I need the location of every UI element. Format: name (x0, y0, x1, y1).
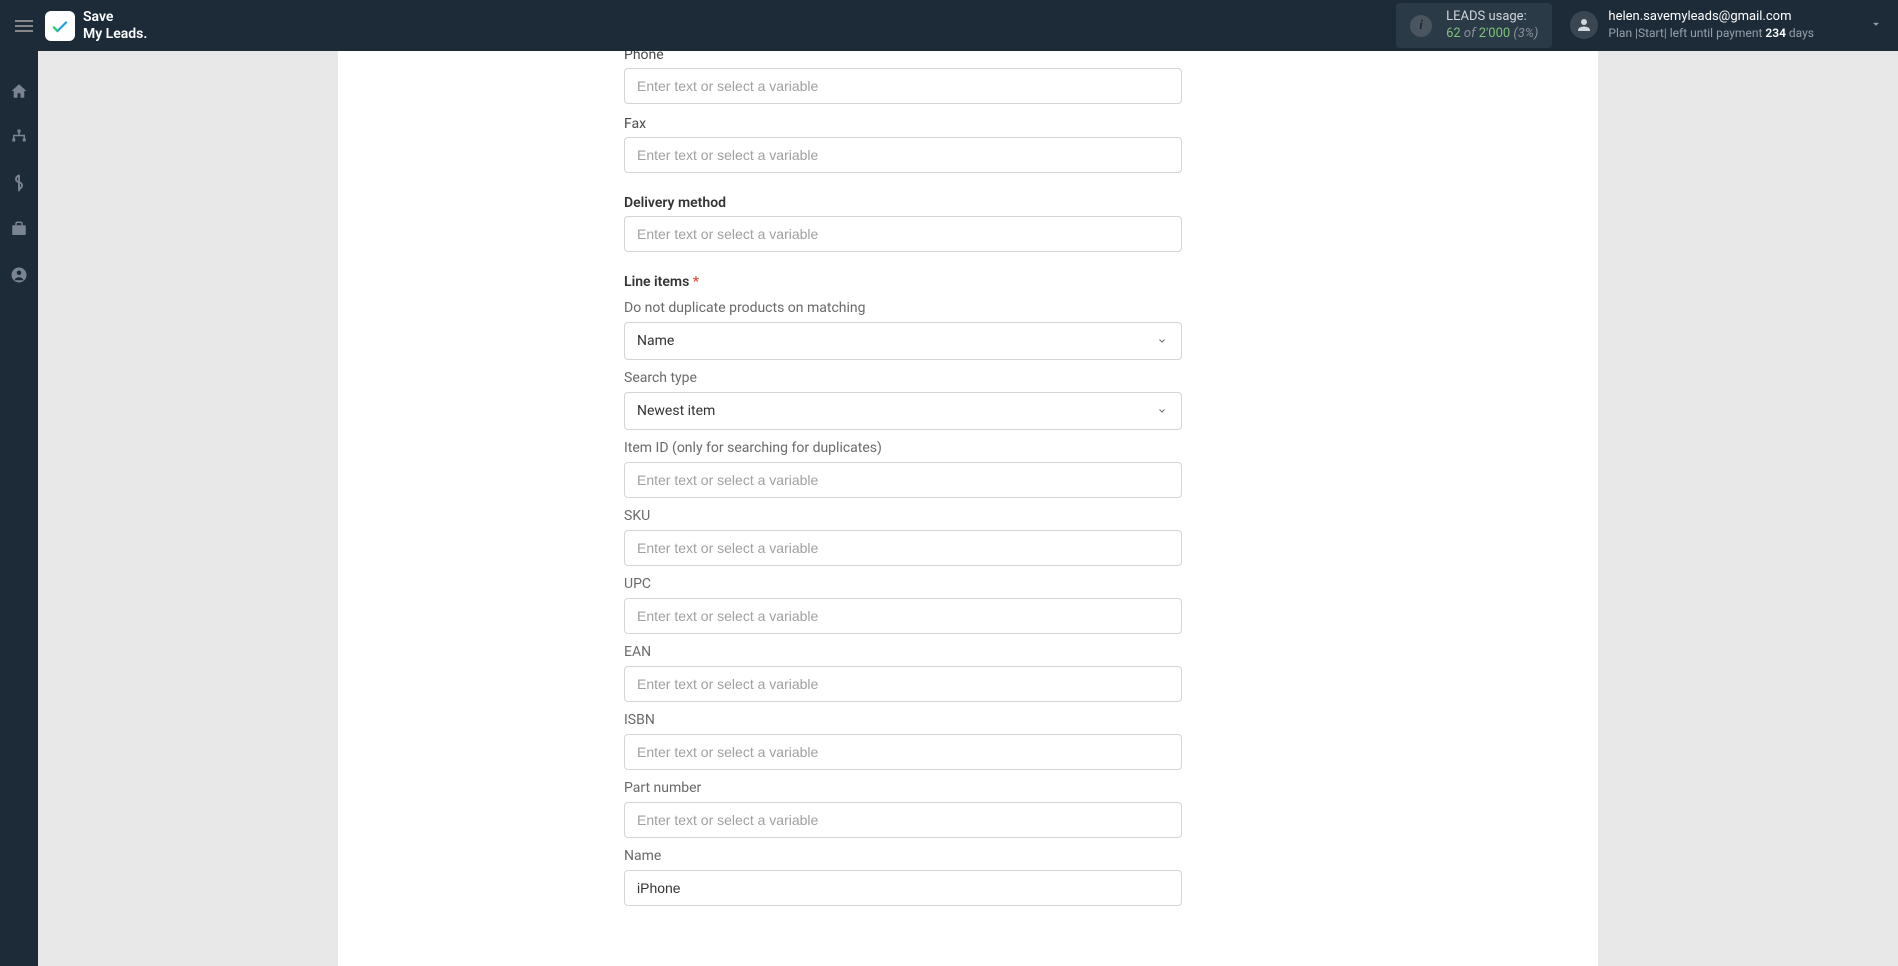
duplicate-matching-select[interactable]: Name (624, 322, 1182, 360)
sidebar-item-billing[interactable] (9, 173, 29, 193)
logo-text: Save My Leads. (83, 9, 147, 43)
sidebar-nav (0, 51, 38, 966)
account-plan: Plan |Start| left until payment 234 days (1608, 26, 1814, 42)
sidebar-item-briefcase[interactable] (9, 219, 29, 239)
name-label: Name (624, 848, 1182, 864)
upc-label: UPC (624, 576, 1182, 592)
account-menu[interactable]: helen.savemyleads@gmail.com Plan |Start|… (1570, 9, 1814, 41)
item-id-input[interactable] (624, 462, 1182, 498)
sidebar-item-home[interactable] (9, 81, 29, 101)
line-items-label: Line items * (624, 274, 1182, 290)
search-type-label: Search type (624, 370, 1182, 386)
part-number-input[interactable] (624, 802, 1182, 838)
search-type-select[interactable]: Newest item (624, 392, 1182, 430)
isbn-label: ISBN (624, 712, 1182, 728)
isbn-input[interactable] (624, 734, 1182, 770)
delivery-method-label: Delivery method (624, 195, 1182, 211)
do-not-duplicate-label: Do not duplicate products on matching (624, 300, 1182, 316)
part-number-label: Part number (624, 780, 1182, 796)
ean-label: EAN (624, 644, 1182, 660)
leads-usage-box[interactable]: i LEADS usage: 62 of 2'000 (3%) (1396, 3, 1552, 49)
fax-input[interactable] (624, 137, 1182, 173)
menu-toggle-button[interactable] (15, 20, 33, 32)
info-icon: i (1410, 15, 1432, 37)
account-caret-button[interactable] (1869, 16, 1883, 35)
user-avatar-icon (1570, 11, 1598, 39)
sidebar-item-connections[interactable] (9, 127, 29, 147)
ean-input[interactable] (624, 666, 1182, 702)
form-panel: Phone Fax Delivery method Line items * D… (338, 51, 1598, 966)
sku-input[interactable] (624, 530, 1182, 566)
name-input[interactable] (624, 870, 1182, 906)
sku-label: SKU (624, 508, 1182, 524)
app-logo[interactable]: Save My Leads. (45, 9, 147, 43)
item-id-label: Item ID (only for searching for duplicat… (624, 440, 1182, 456)
fax-label: Fax (624, 116, 1182, 132)
logo-check-icon (45, 11, 75, 41)
delivery-method-input[interactable] (624, 216, 1182, 252)
usage-count: 62 of 2'000 (3%) (1446, 26, 1538, 43)
content-area: Phone Fax Delivery method Line items * D… (38, 51, 1898, 966)
upc-input[interactable] (624, 598, 1182, 634)
sidebar-item-profile[interactable] (9, 265, 29, 285)
app-header: Save My Leads. i LEADS usage: 62 of 2'00… (0, 0, 1898, 51)
phone-input[interactable] (624, 68, 1182, 104)
account-email: helen.savemyleads@gmail.com (1608, 9, 1814, 26)
usage-label: LEADS usage: (1446, 9, 1538, 26)
